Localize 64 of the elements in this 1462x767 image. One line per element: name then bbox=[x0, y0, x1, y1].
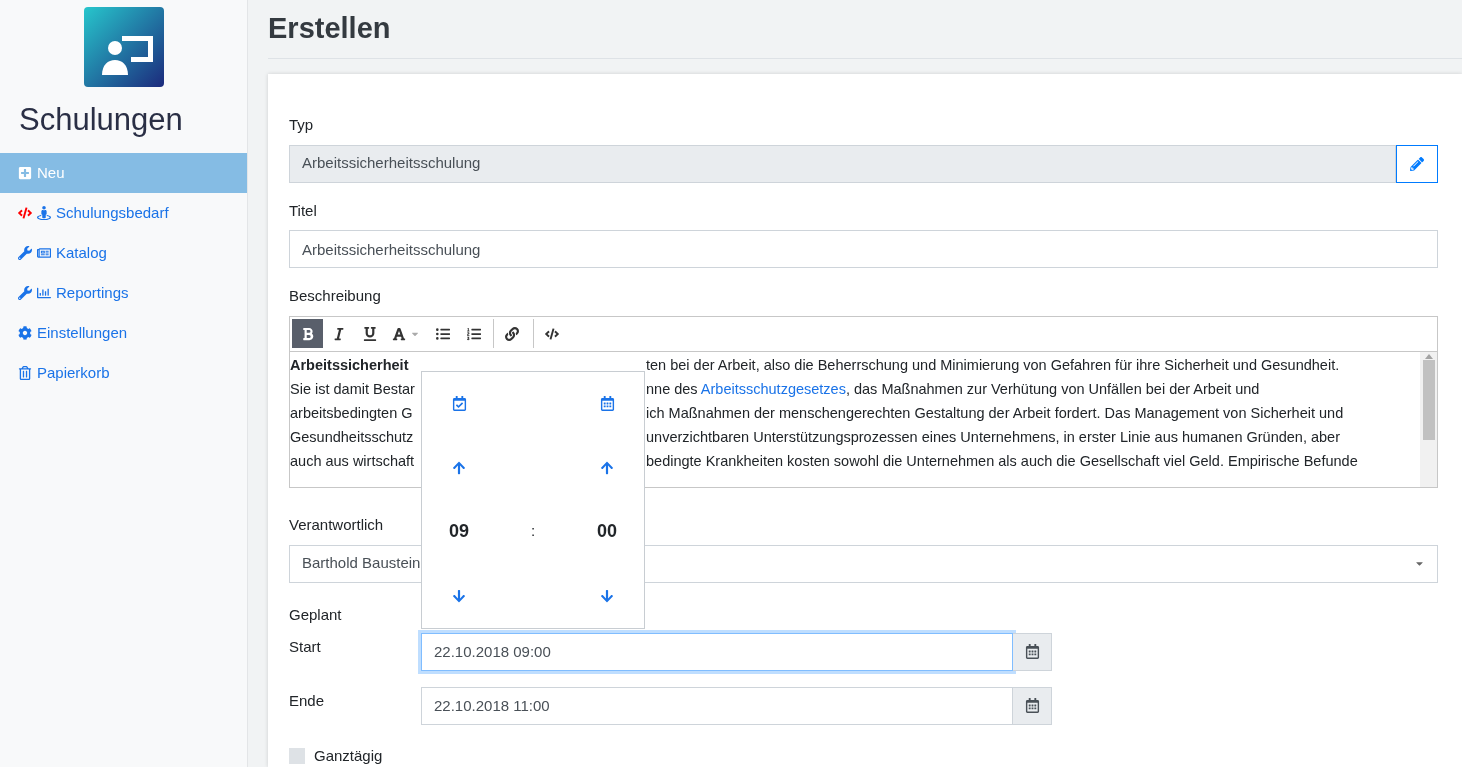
sidebar-item[interactable]: Schulungsbedarf bbox=[0, 193, 247, 233]
description-text: auch aus wirtschaft bbox=[290, 451, 416, 471]
description-text: Arbeitssicherheit bbox=[290, 355, 410, 375]
text-link[interactable]: Arbeitsschutzgesetzes bbox=[700, 380, 846, 397]
calendar-button[interactable] bbox=[1013, 632, 1052, 671]
decrement-hour-icon[interactable] bbox=[452, 588, 466, 603]
settings-icon bbox=[18, 326, 32, 340]
app-title: Schulungen bbox=[18, 101, 184, 139]
bar-chart-icon bbox=[37, 286, 51, 300]
description-text: nne des Arbeitsschutzgesetzes, das Maßnahmen zur Verhütung von Unfällen bei der Arbeit und bbox=[646, 379, 1260, 399]
calendar-icon bbox=[1024, 644, 1040, 659]
time-separator: : bbox=[530, 521, 536, 542]
description-text: ich Maßnahmen der menschengerechten Gestaltung der Arbeit fordert. Das Management von Sicherheit und bbox=[646, 403, 1344, 423]
increment-hour-icon[interactable] bbox=[452, 460, 466, 475]
calendar-icon bbox=[1024, 698, 1040, 713]
description-text: Sie ist damit Bestar bbox=[290, 379, 416, 399]
decrement-minute-icon[interactable] bbox=[600, 588, 614, 603]
description-text: bedingte Krankheiten kosten sowohl die Unternehmen als auch die Gesellschaft viel Geld. Empirische Befunde bbox=[646, 451, 1358, 471]
hour-value[interactable]: 09 bbox=[449, 518, 469, 545]
field-label: Typ bbox=[289, 115, 315, 135]
code-icon bbox=[18, 206, 32, 220]
field-label: Geplant bbox=[289, 605, 342, 623]
font-color-icon bbox=[392, 326, 406, 341]
field-label: Ende bbox=[289, 690, 326, 711]
scrollbar-thumb[interactable] bbox=[1422, 359, 1435, 440]
wrench-icon bbox=[18, 286, 32, 300]
calendar-icon[interactable] bbox=[599, 396, 615, 411]
app-logo-icon bbox=[83, 7, 164, 87]
edit-button[interactable] bbox=[1396, 144, 1438, 183]
pencil-icon bbox=[1410, 156, 1424, 171]
checkbox[interactable] bbox=[289, 747, 305, 764]
numbered-list-icon bbox=[466, 326, 481, 341]
sidebar-item[interactable]: Reportings bbox=[0, 273, 247, 313]
sidebar-item[interactable]: Katalog bbox=[0, 233, 247, 273]
description-text: Gesundheitsschutz bbox=[290, 427, 415, 447]
sidebar-item[interactable]: Papierkorb bbox=[0, 353, 247, 393]
link-icon bbox=[504, 326, 519, 341]
increment-minute-icon[interactable] bbox=[600, 460, 614, 475]
calendar-check-icon[interactable] bbox=[451, 396, 467, 411]
date-field[interactable]: 22.10.2018 11:00 bbox=[421, 686, 1013, 725]
underline-icon bbox=[362, 326, 377, 341]
title-field[interactable]: Arbeitssicherheitsschulung bbox=[289, 230, 1438, 268]
person-icon bbox=[37, 206, 51, 220]
date-field[interactable]: 22.10.2018 09:00 bbox=[421, 632, 1013, 671]
field-label: Titel bbox=[289, 200, 318, 221]
field-label: Verantwortlich bbox=[289, 515, 384, 533]
checkbox-label: Ganztägig bbox=[314, 745, 383, 766]
description-text: ten bei der Arbeit, also die Beherrschung und Minimierung von Gefahren für ihre Sicherheit und Gesundheit. bbox=[646, 355, 1340, 375]
field-label: Beschreibung bbox=[289, 286, 382, 306]
newspaper-icon bbox=[37, 246, 51, 260]
type-field: Arbeitssicherheitsschulung bbox=[289, 144, 1396, 183]
bold-icon bbox=[300, 326, 315, 341]
sidebar-item[interactable]: Einstellungen bbox=[0, 313, 247, 353]
field-label: Start bbox=[289, 636, 322, 657]
bullet-list-icon bbox=[435, 326, 450, 341]
description-text: arbeitsbedingten G bbox=[290, 403, 414, 423]
minute-value[interactable]: 00 bbox=[597, 518, 617, 545]
toolbar-button[interactable] bbox=[292, 319, 323, 348]
description-text: unverzichtbaren Unterstützungsprozessen eines Unternehmens, in erster Linie aus humanen Gründen, aber bbox=[646, 427, 1340, 447]
page-title: Erstellen bbox=[268, 0, 1462, 59]
trash-icon bbox=[18, 366, 32, 380]
wrench-icon bbox=[18, 246, 32, 260]
code-icon bbox=[544, 326, 559, 341]
calendar-button[interactable] bbox=[1013, 686, 1052, 725]
